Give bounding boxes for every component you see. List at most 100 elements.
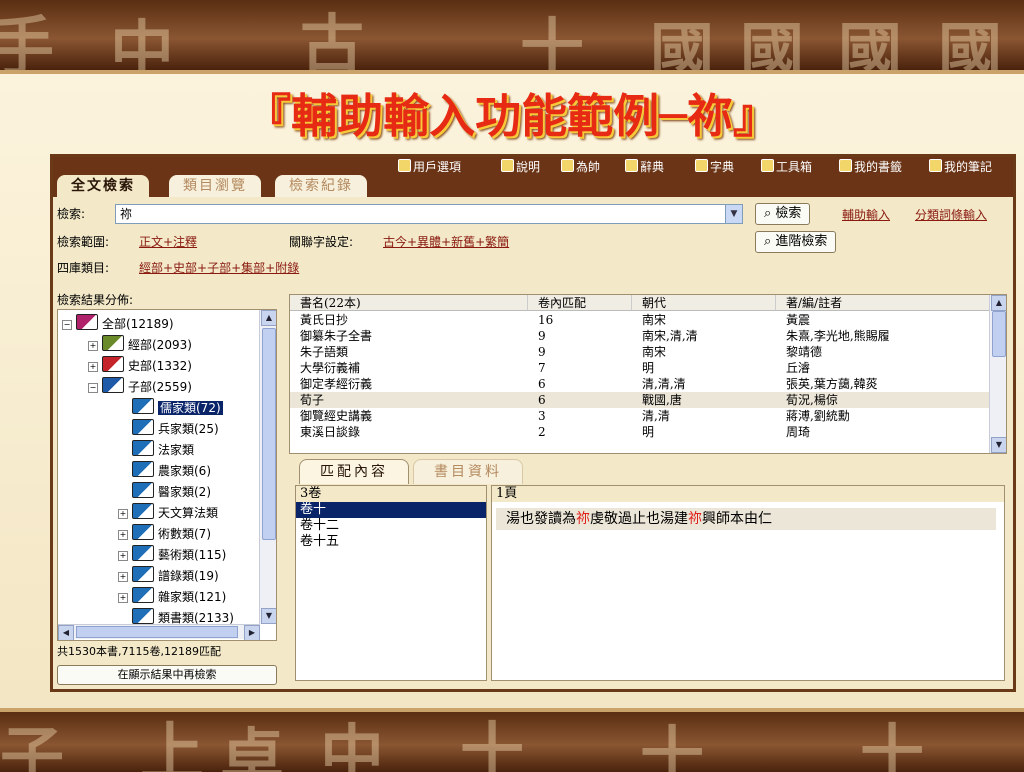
expand-icon[interactable]: +: [118, 509, 128, 519]
main-tabs: 全文檢索 類目瀏覽 檢索紀錄: [53, 175, 1013, 197]
toolbar-help[interactable]: 說明: [501, 158, 540, 175]
book-icon: [76, 314, 98, 330]
table-row[interactable]: 御覽經史講義 3 清,清 蔣溥,劉統勳: [290, 408, 990, 424]
assist-input-link[interactable]: 輔助輸入: [842, 206, 890, 223]
table-row[interactable]: 大學衍義補 7 明 丘濬: [290, 360, 990, 376]
options-icon: [398, 159, 411, 172]
tree-scroll-thumb[interactable]: [262, 328, 276, 540]
table-cell: 張英,葉方藹,韓菼: [786, 377, 878, 391]
scroll-down-icon[interactable]: ▼: [261, 608, 276, 624]
tab-search-history[interactable]: 檢索紀錄: [275, 175, 367, 197]
volume-item[interactable]: 卷十二: [296, 518, 486, 534]
toolbar-item[interactable]: 為帥: [561, 158, 600, 175]
column-header-matches[interactable]: 卷內匹配: [528, 295, 632, 311]
table-cell: 9: [538, 345, 546, 359]
tree-node-label: 經部(2093): [128, 338, 192, 352]
tree-node[interactable]: 儒家類(72): [132, 398, 223, 418]
search-combobox[interactable]: ▼: [115, 204, 743, 224]
expand-icon[interactable]: +: [118, 572, 128, 582]
toolbar-toolbox[interactable]: 工具箱: [761, 158, 812, 175]
book-icon: [132, 419, 154, 435]
slide-title: 『輔助輸入功能範例─祢』: [245, 89, 779, 143]
book-icon: [132, 566, 154, 582]
search-input[interactable]: [116, 205, 724, 221]
search-within-results-button[interactable]: 在顯示結果中再檢索: [57, 665, 277, 685]
notes-icon: [929, 159, 942, 172]
tab-fulltext-search[interactable]: 全文檢索: [57, 175, 149, 197]
table-cell: 3: [538, 409, 546, 423]
siku-category-link[interactable]: 經部+史部+子部+集部+附錄: [139, 259, 299, 276]
related-chars-label: 關聯字設定:: [289, 235, 354, 249]
column-header-author[interactable]: 著/編/註者: [776, 295, 990, 311]
expand-icon[interactable]: +: [118, 551, 128, 561]
table-row[interactable]: 朱子語類 9 南宋 黎靖德: [290, 344, 990, 360]
table-cell: 清,清,清: [642, 377, 686, 391]
tree-hscroll-thumb[interactable]: [76, 626, 238, 638]
table-row[interactable]: 黃氏日抄 16 南宋 黃震: [290, 312, 990, 328]
chevron-down-icon[interactable]: ▼: [725, 205, 742, 223]
volume-item[interactable]: 卷十: [296, 502, 486, 518]
collapse-icon[interactable]: −: [88, 383, 98, 393]
tree-node-label: 譜錄類(19): [158, 569, 219, 583]
scroll-up-icon[interactable]: ▲: [991, 295, 1006, 311]
match-text-line[interactable]: 湯也發讀為祢虔敬過止也湯建祢興師本由仁: [496, 508, 996, 530]
book-icon: [102, 377, 124, 393]
tree-node[interactable]: 農家類(6): [132, 461, 211, 481]
scroll-up-icon[interactable]: ▲: [261, 310, 276, 326]
tree-node[interactable]: 雜家類(121): [132, 587, 226, 607]
toolbar-char-dictionary[interactable]: 字典: [695, 158, 734, 175]
tree-node[interactable]: 經部(2093): [102, 335, 192, 355]
tree-horizontal-scrollbar[interactable]: ◀ ▶: [58, 624, 260, 640]
table-vertical-scrollbar[interactable]: ▲ ▼: [989, 295, 1006, 453]
expand-icon[interactable]: +: [88, 341, 98, 351]
table-cell: 6: [538, 377, 546, 391]
search-range-link[interactable]: 正文+注釋: [139, 233, 197, 250]
toolbar-dictionary[interactable]: 辭典: [625, 158, 664, 175]
scroll-left-icon[interactable]: ◀: [58, 625, 74, 640]
tree-node[interactable]: 史部(1332): [102, 356, 192, 376]
table-scroll-thumb[interactable]: [992, 311, 1006, 357]
distribution-label: 檢索結果分佈:: [57, 293, 134, 307]
tree-node[interactable]: 兵家類(25): [132, 419, 219, 439]
toolbar-options[interactable]: 用戶選項: [398, 158, 461, 175]
tree-node[interactable]: 全部(12189): [76, 314, 174, 334]
expand-icon[interactable]: +: [88, 362, 98, 372]
collapse-icon[interactable]: −: [62, 320, 72, 330]
highlighted-match: 祢: [688, 511, 702, 527]
scroll-down-icon[interactable]: ▼: [991, 437, 1006, 453]
tree-node[interactable]: 醫家類(2): [132, 482, 211, 502]
tree-node[interactable]: 法家類: [132, 440, 194, 460]
table-row[interactable]: 御定孝經衍義 6 清,清,清 張英,葉方藹,韓菼: [290, 376, 990, 392]
volume-item[interactable]: 卷十五: [296, 534, 486, 550]
table-cell: 御纂朱子全書: [300, 329, 373, 343]
page-count: 1頁: [492, 486, 1004, 502]
category-input-link[interactable]: 分類詞條輸入: [915, 206, 987, 223]
table-row[interactable]: 東溪日談錄 2 明 周琦: [290, 424, 990, 440]
column-header-dynasty[interactable]: 朝代: [632, 295, 776, 311]
scroll-right-icon[interactable]: ▶: [244, 625, 260, 640]
search-button[interactable]: ⌕ 檢索: [755, 203, 811, 225]
tab-bibliography[interactable]: 書目資料: [413, 459, 523, 484]
advanced-search-button[interactable]: ⌕ 進階檢索: [755, 231, 837, 253]
table-cell: 丘濬: [786, 361, 811, 375]
toolbar-notes[interactable]: 我的筆記: [929, 158, 992, 175]
tree-node[interactable]: 藝術類(115): [132, 545, 226, 565]
tree-node[interactable]: 子部(2559): [102, 377, 192, 397]
table-row[interactable]: 荀子 6 戰國,唐 荀況,楊倞: [290, 392, 990, 408]
banner-glyph: 國: [938, 16, 1002, 74]
tree-vertical-scrollbar[interactable]: ▲ ▼: [259, 310, 276, 624]
tree-node[interactable]: 譜錄類(19): [132, 566, 219, 586]
expand-icon[interactable]: +: [118, 530, 128, 540]
tab-category-browse[interactable]: 類目瀏覽: [169, 175, 261, 197]
expand-icon[interactable]: +: [118, 593, 128, 603]
tree-node[interactable]: 術數類(7): [132, 524, 211, 544]
column-header-title[interactable]: 書名(22本): [290, 295, 528, 311]
tab-match-content[interactable]: 匹配內容: [299, 459, 409, 484]
toolbar-bookmarks[interactable]: 我的書籤: [839, 158, 902, 175]
book-icon: [102, 356, 124, 372]
tree-node[interactable]: 天文算法類: [132, 503, 218, 523]
related-chars-link[interactable]: 古今+異體+新舊+繁簡: [383, 233, 509, 250]
tree-node-label: 子部(2559): [128, 380, 192, 394]
book-icon: [132, 482, 154, 498]
table-row[interactable]: 御纂朱子全書 9 南宋,清,清 朱熹,李光地,熊賜履: [290, 328, 990, 344]
